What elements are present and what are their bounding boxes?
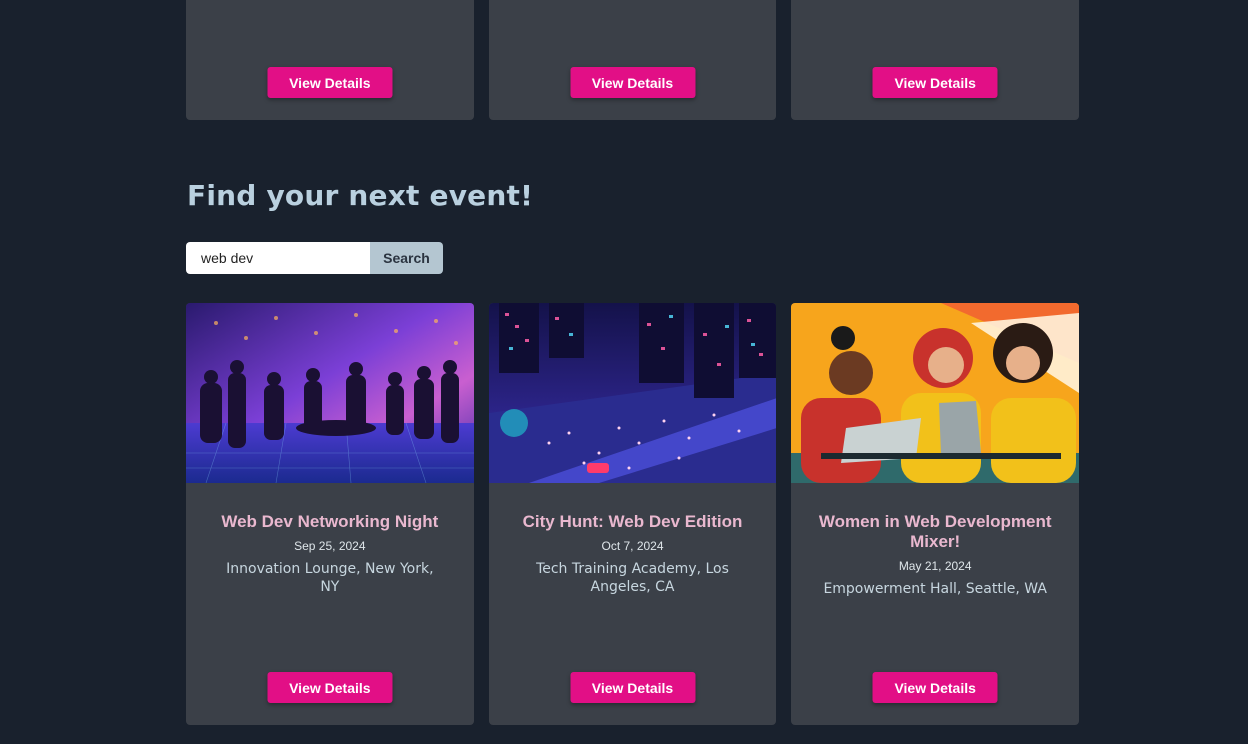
previous-events-row: View Details View Details View Details <box>186 0 1080 120</box>
city-street-illustration <box>488 303 777 483</box>
event-card: Web Dev Networking Night Sep 25, 2024 In… <box>186 303 474 725</box>
search-input[interactable] <box>186 242 370 274</box>
section-title: Find your next event! <box>187 179 534 212</box>
event-location: Tech Training Academy, Los Angeles, CA <box>536 561 729 595</box>
event-card: Women in Web Development Mixer! May 21, … <box>791 303 1080 725</box>
search-button[interactable]: Search <box>370 242 443 274</box>
women-laptops-illustration <box>791 303 1080 483</box>
event-title: City Hunt: Web Dev Edition <box>522 512 743 531</box>
view-details-button[interactable]: View Details <box>872 67 998 98</box>
event-card: View Details <box>488 0 777 120</box>
event-location: Empowerment Hall, Seattle, WA <box>823 581 1047 597</box>
event-date: May 21, 2024 <box>898 559 972 573</box>
events-page: View Details View Details View Details F… <box>0 0 1248 744</box>
event-results-row: Web Dev Networking Night Sep 25, 2024 In… <box>186 303 1080 725</box>
view-details-button[interactable]: View Details <box>267 67 393 98</box>
networking-night-illustration <box>186 303 474 483</box>
event-title: Web Dev Networking Night <box>221 512 439 531</box>
event-date: Oct 7, 2024 <box>601 539 664 553</box>
event-card: View Details <box>791 0 1080 120</box>
view-details-button[interactable]: View Details <box>570 672 695 703</box>
event-date: Sep 25, 2024 <box>294 539 366 553</box>
view-details-button[interactable]: View Details <box>570 67 695 98</box>
event-card: View Details <box>186 0 474 120</box>
event-location: Innovation Lounge, New York, NY <box>226 561 434 595</box>
event-card: City Hunt: Web Dev Edition Oct 7, 2024 T… <box>488 303 777 725</box>
view-details-button[interactable]: View Details <box>267 672 393 703</box>
event-title: Women in Web Development Mixer! <box>818 512 1052 551</box>
view-details-button[interactable]: View Details <box>872 672 998 703</box>
search-form: Search <box>186 242 443 274</box>
